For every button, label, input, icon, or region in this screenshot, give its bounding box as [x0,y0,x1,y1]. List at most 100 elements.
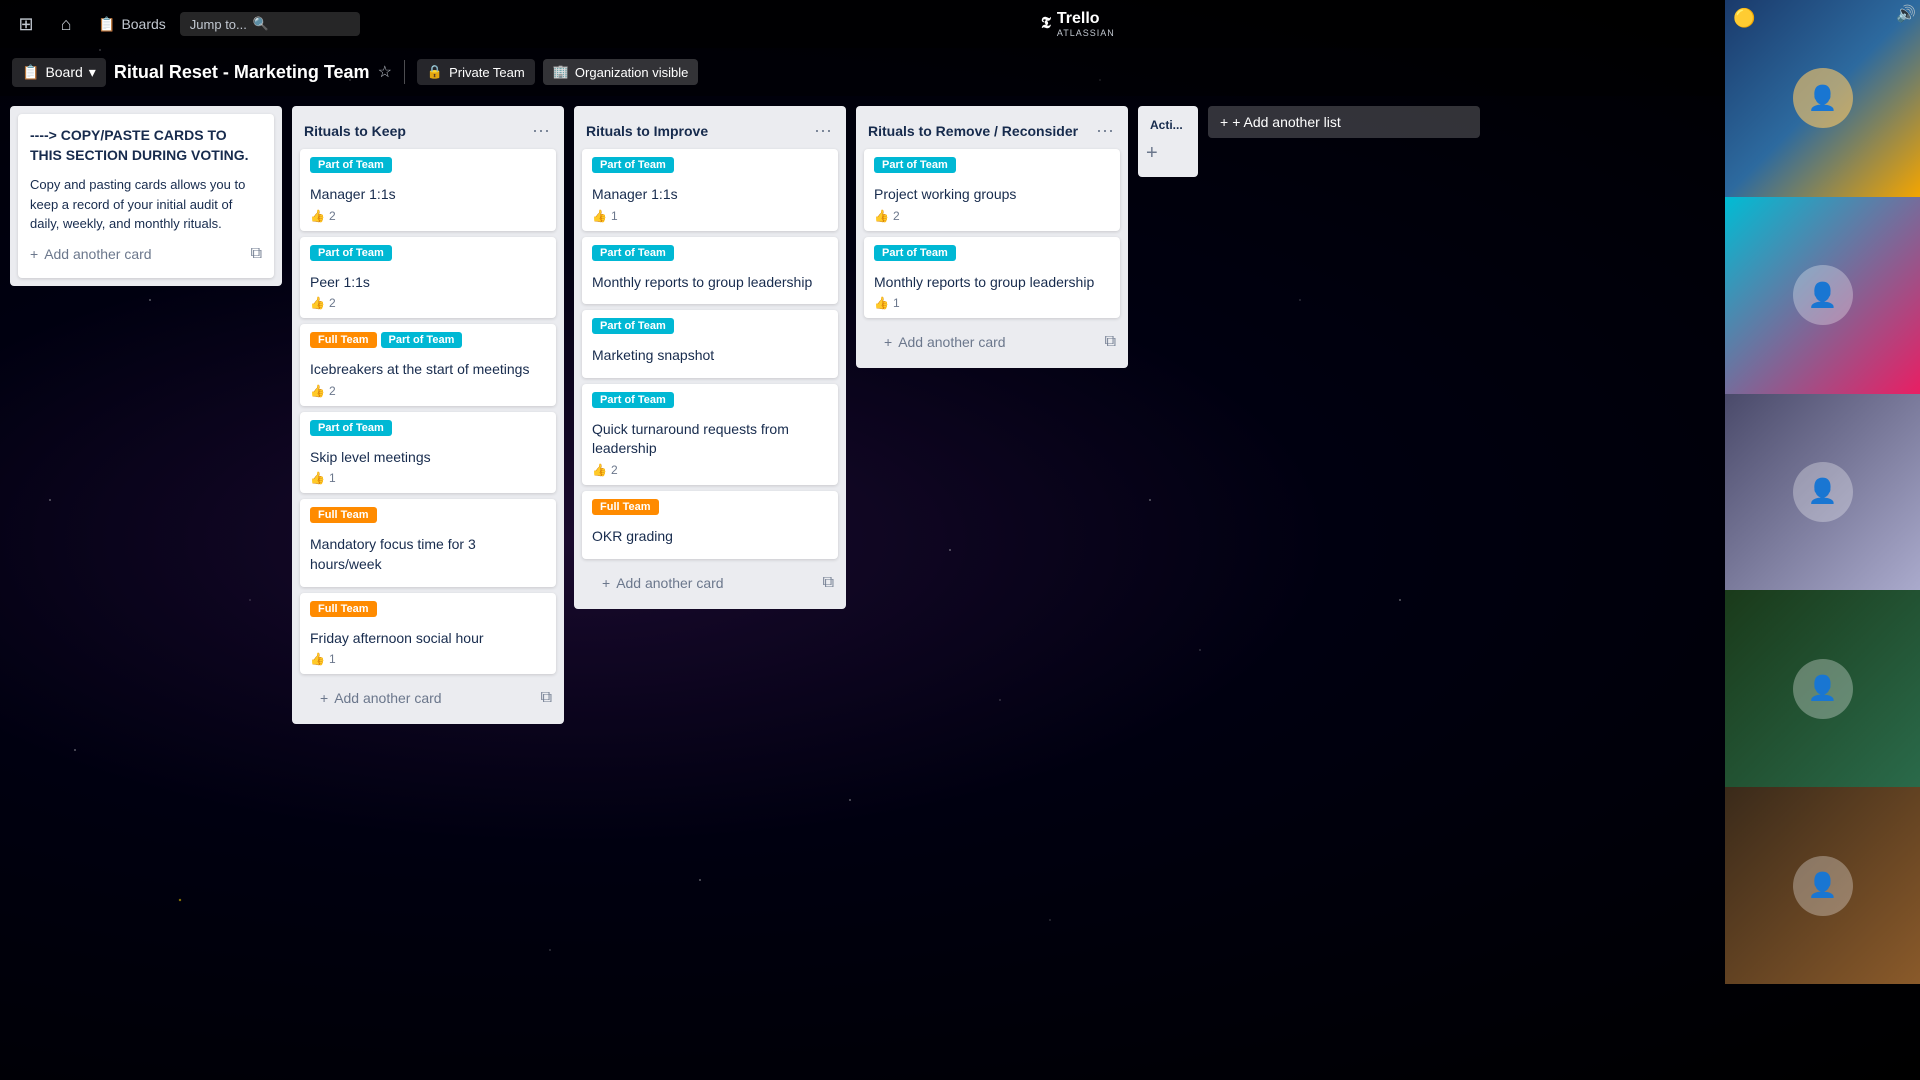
card-footer: 👍 2 [310,384,546,398]
like-count: 1 [611,209,618,223]
like-count: 1 [329,471,336,485]
board-header: 📋 Board ▾ Ritual Reset - Marketing Team … [0,48,1920,96]
card-likes[interactable]: 👍 1 [310,652,336,666]
visibility-label: Private Team [449,65,525,80]
plus-icon: + [1220,114,1228,130]
card-title: Monthly reports to group leadership [592,273,828,293]
card-likes[interactable]: 👍 2 [310,209,336,223]
card-title: Skip level meetings [310,448,546,468]
card-remove-monthly-reports[interactable]: Part of Team Monthly reports to group le… [864,237,1120,319]
card-footer: 👍 2 [310,209,546,223]
column-menu-remove[interactable]: ··· [1090,118,1120,143]
card-likes[interactable]: 👍 2 [592,463,618,477]
board-area: ----> COPY/PASTE CARDS TO THIS SECTION D… [0,96,1920,1080]
card-footer: 👍 2 [310,296,546,310]
column-header-actions: Acti... [1138,114,1198,138]
card-title: Quick turnaround requests from leadershi… [592,420,828,459]
add-card-button-col2[interactable]: + Add another card [590,567,811,599]
card-title: Peer 1:1s [310,273,546,293]
add-card-button-col1[interactable]: + Add another card [308,682,529,714]
card-likes[interactable]: 👍 1 [310,471,336,485]
add-card-button-col0[interactable]: + Add another card [30,242,152,266]
lock-icon: 🔒 [427,64,443,80]
add-card-button-col4[interactable]: + [1146,142,1158,165]
boards-nav-item[interactable]: 📋 Boards [88,12,176,37]
org-icon: 🏢 [553,64,569,80]
video-participant-3[interactable]: 👤 [1725,394,1920,591]
add-card-label: Add another card [44,246,151,262]
card-keep-icebreakers[interactable]: Full Team Part of Team Icebreakers at th… [300,324,556,406]
add-column-button[interactable]: + + Add another list [1208,106,1480,138]
card-likes[interactable]: 👍 1 [592,209,618,223]
video-participant-5[interactable]: 👤 [1725,787,1920,984]
card-improve-manager-1on1[interactable]: Part of Team Manager 1:1s 👍 1 [582,149,838,231]
note-card-body: Copy and pasting cards allows you to kee… [30,175,262,234]
column-rituals-remove: Rituals to Remove / Reconsider ··· Part … [856,106,1128,368]
card-likes[interactable]: 👍 2 [310,296,336,310]
card-footer: 👍 2 [592,463,828,477]
copy-icon[interactable]: ⧉ [251,245,262,263]
thumbsup-icon: 👍 [310,296,325,310]
card-footer: 👍 1 [592,209,828,223]
plus-icon: + [884,334,892,350]
add-card-button-col3[interactable]: + Add another card [872,326,1093,358]
video-participant-4[interactable]: 👤 [1725,590,1920,787]
card-keep-friday-social[interactable]: Full Team Friday afternoon social hour 👍… [300,593,556,675]
card-improve-monthly-reports[interactable]: Part of Team Monthly reports to group le… [582,237,838,305]
card-likes[interactable]: 👍 2 [874,209,900,223]
column-menu-improve[interactable]: ··· [808,118,838,143]
thumbsup-icon: 👍 [592,209,607,223]
board-title: Ritual Reset - Marketing Team [114,62,370,83]
jump-to-search[interactable]: Jump to... 🔍 [180,12,360,36]
thumbsup-icon: 👍 [874,296,889,310]
card-remove-project-working[interactable]: Part of Team Project working groups 👍 2 [864,149,1120,231]
column-rituals-improve: Rituals to Improve ··· Part of Team Mana… [574,106,846,609]
column-header-improve: Rituals to Improve ··· [574,114,846,149]
copy-icon[interactable]: ⧉ [819,570,838,596]
card-title: Marketing snapshot [592,346,828,366]
card-likes[interactable]: 👍 2 [310,384,336,398]
add-card-label: Add another card [616,575,723,591]
jump-to-text: Jump to... [190,17,247,32]
like-count: 2 [893,209,900,223]
board-star-button[interactable]: ☆ [378,62,392,82]
column-header-remove: Rituals to Remove / Reconsider ··· [856,114,1128,149]
note-card[interactable]: ----> COPY/PASTE CARDS TO THIS SECTION D… [18,114,274,278]
trello-logo: 𝕿 Trello ATLASSIAN [364,10,1792,38]
label-part-of-team: Part of Team [310,157,392,173]
note-card-title: ----> COPY/PASTE CARDS TO THIS SECTION D… [30,126,262,165]
label-part-of-team: Part of Team [874,245,956,261]
apps-icon[interactable]: ⊞ [8,6,44,42]
label-part-of-team: Part of Team [874,157,956,173]
label-part-of-team: Part of Team [592,392,674,408]
column-menu-keep[interactable]: ··· [526,118,556,143]
card-improve-okr-grading[interactable]: Full Team OKR grading [582,491,838,559]
card-keep-peer-1on1[interactable]: Part of Team Peer 1:1s 👍 2 [300,237,556,319]
copy-icon[interactable]: ⧉ [1101,329,1120,355]
copy-icon[interactable]: ⧉ [537,685,556,711]
search-icon: 🔍 [253,16,269,32]
column-actions: Acti... + [1138,106,1198,177]
card-keep-manager-1on1[interactable]: Part of Team Manager 1:1s 👍 2 [300,149,556,231]
visibility-badge[interactable]: 🔒 Private Team [417,59,535,85]
card-title: Icebreakers at the start of meetings [310,360,546,380]
card-keep-focus-time[interactable]: Full Team Mandatory focus time for 3 hou… [300,499,556,586]
card-improve-quick-turnaround[interactable]: Part of Team Quick turnaround requests f… [582,384,838,485]
like-count: 2 [611,463,618,477]
card-likes[interactable]: 👍 1 [874,296,900,310]
video-participant-2[interactable]: 👤 [1725,197,1920,394]
video-participant-1[interactable]: 👤 🟡 🔊 [1725,0,1920,197]
card-keep-skip-level[interactable]: Part of Team Skip level meetings 👍 1 [300,412,556,494]
logo-label: Trello ATLASSIAN [1057,10,1115,38]
boards-nav-icon: 📋 [98,16,115,33]
thumbsup-icon: 👍 [874,209,889,223]
card-title: Mandatory focus time for 3 hours/week [310,535,546,574]
card-improve-marketing-snapshot[interactable]: Part of Team Marketing snapshot [582,310,838,378]
label-part-of-team: Part of Team [592,318,674,334]
board-menu-button[interactable]: 📋 Board ▾ [12,58,106,87]
org-visibility-badge[interactable]: 🏢 Organization visible [543,59,699,85]
home-icon[interactable]: ⌂ [48,6,84,42]
card-title: OKR grading [592,527,828,547]
thumbsup-icon: 👍 [310,384,325,398]
column-title-keep: Rituals to Keep [304,123,526,139]
